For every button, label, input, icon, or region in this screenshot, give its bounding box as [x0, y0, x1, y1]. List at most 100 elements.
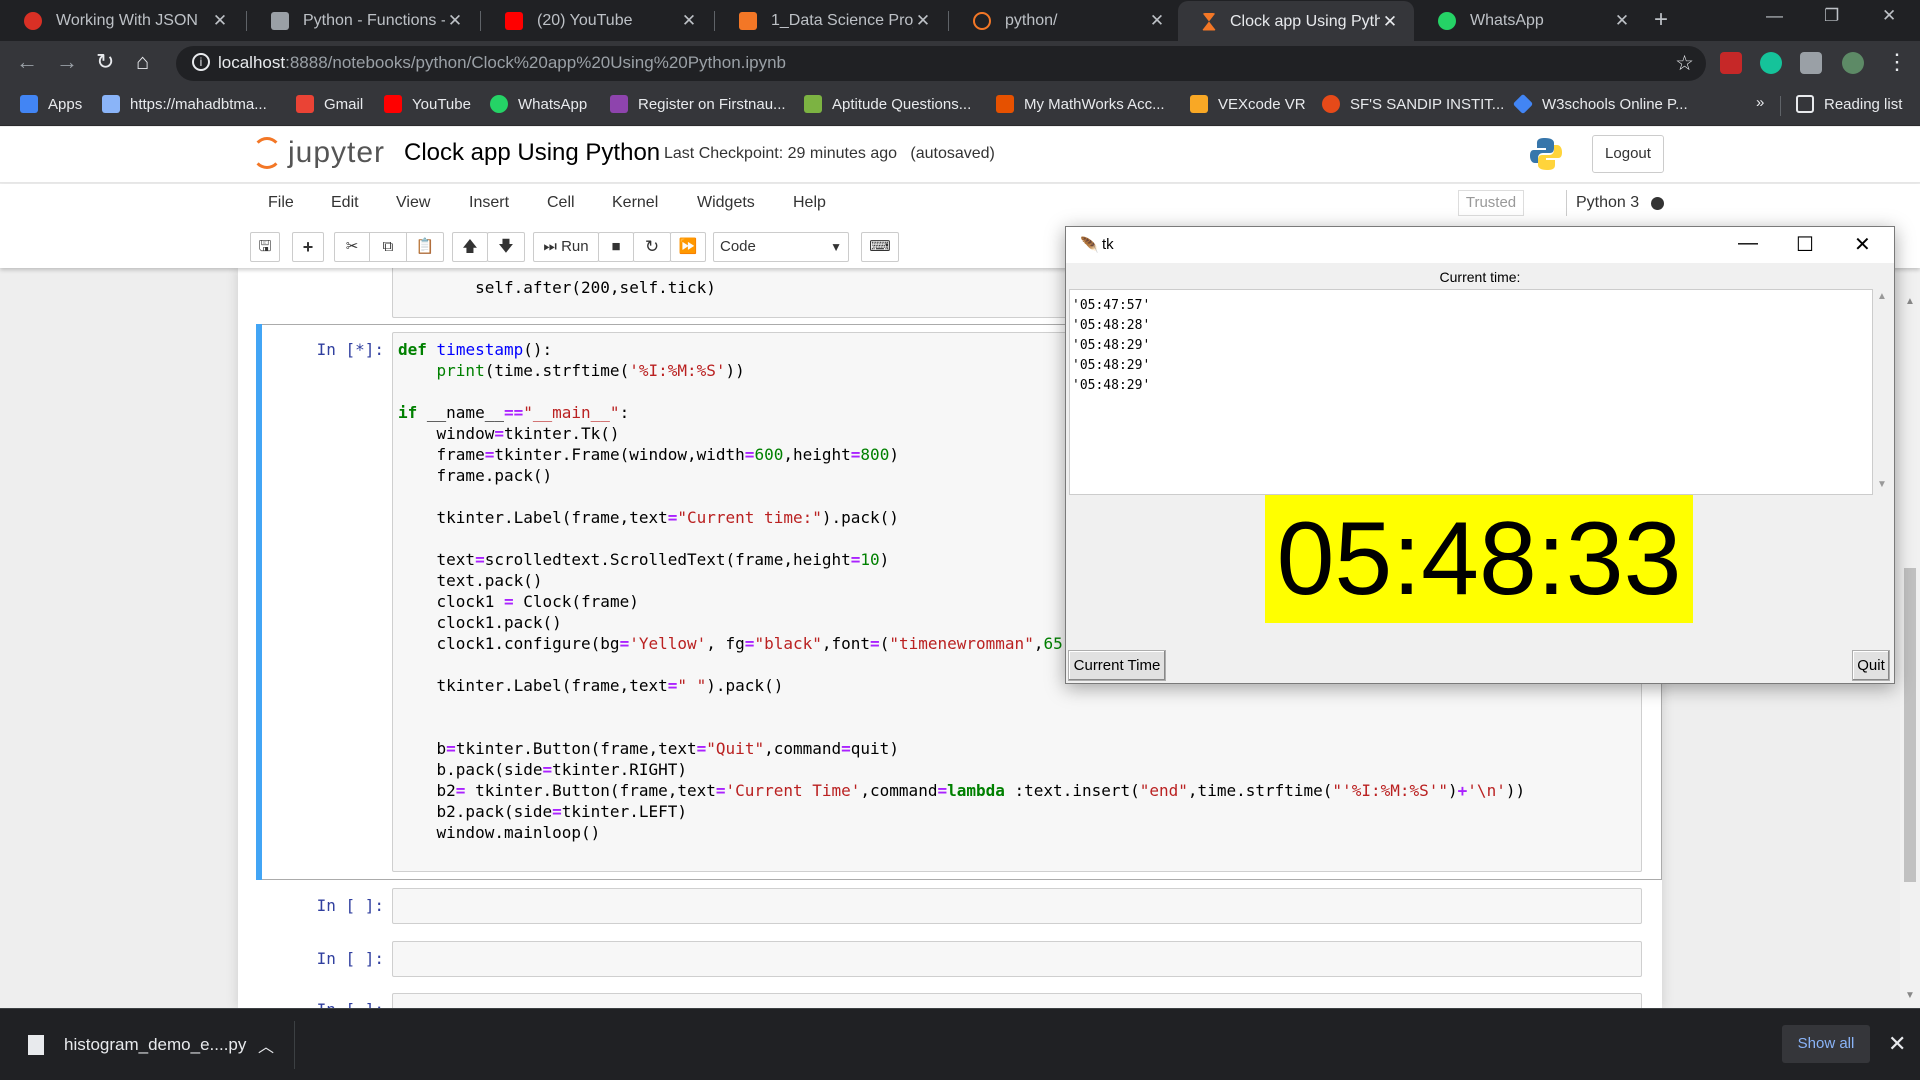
- close-tab-icon[interactable]: ✕: [445, 11, 465, 31]
- trusted-indicator[interactable]: Trusted: [1458, 190, 1524, 216]
- back-icon[interactable]: ←: [16, 49, 38, 75]
- add-cell-icon[interactable]: +: [292, 232, 324, 262]
- text-scrollbar[interactable]: ▲ ▼: [1873, 289, 1891, 495]
- bookmarks-overflow-button[interactable]: »: [1756, 94, 1764, 111]
- file-icon: [28, 1035, 44, 1055]
- menu-insert[interactable]: Insert: [469, 194, 509, 212]
- interrupt-icon[interactable]: ■: [598, 232, 634, 262]
- bookmark-aptitude[interactable]: Aptitude Questions...: [804, 95, 971, 113]
- quit-button[interactable]: Quit: [1852, 650, 1890, 681]
- paste-icon[interactable]: 📋: [406, 232, 444, 262]
- show-all-button[interactable]: Show all: [1782, 1025, 1870, 1063]
- logout-button[interactable]: Logout: [1592, 135, 1664, 173]
- move-down-icon[interactable]: 🡇: [487, 232, 525, 262]
- menu-cell[interactable]: Cell: [547, 194, 575, 212]
- tab-clock-app[interactable]: Clock app Using Pytho ✕: [1178, 1, 1414, 42]
- jupyter-logo[interactable]: jupyter: [252, 136, 385, 170]
- tab-python-folder[interactable]: python/ ✕: [949, 0, 1181, 41]
- copy-icon[interactable]: ⧉: [369, 232, 407, 262]
- apps-grid-icon: [20, 95, 38, 113]
- current-time-button[interactable]: Current Time: [1068, 650, 1166, 681]
- chevron-up-icon[interactable]: ︿: [258, 1033, 274, 1057]
- bookmark-mathworks[interactable]: My MathWorks Acc...: [996, 95, 1165, 113]
- new-tab-icon[interactable]: +: [1654, 6, 1668, 34]
- scrolled-text-area[interactable]: '05:47:57' '05:48:28' '05:48:29' '05:48:…: [1069, 289, 1873, 495]
- save-icon[interactable]: 🖫: [250, 232, 280, 262]
- bookmark-firstnaukri[interactable]: Register on Firstnau...: [610, 95, 786, 113]
- menu-view[interactable]: View: [396, 194, 430, 212]
- tab-working-with-json[interactable]: Working With JSON ✕: [0, 0, 244, 41]
- jupyter-logo-icon: [252, 137, 282, 169]
- cell-prompt: In [*]:: [316, 340, 384, 359]
- bookmark-mahadbt[interactable]: https://mahadbtma...: [102, 95, 267, 113]
- cut-icon[interactable]: ✂: [334, 232, 370, 262]
- close-tab-icon[interactable]: ✕: [1380, 12, 1400, 32]
- address-bar[interactable]: i localhost:8888/notebooks/python/Clock%…: [176, 46, 1706, 81]
- site-info-icon[interactable]: i: [192, 53, 210, 71]
- menu-help[interactable]: Help: [793, 194, 826, 212]
- close-tab-icon[interactable]: ✕: [1612, 11, 1632, 31]
- restore-icon[interactable]: ❐: [1824, 6, 1839, 26]
- scroll-up-icon[interactable]: ▲: [1905, 296, 1915, 307]
- bookmark-vexcode[interactable]: VEXcode VR: [1190, 95, 1306, 113]
- bookmark-label: SF'S SANDIP INSTIT...: [1350, 95, 1505, 113]
- minimize-icon[interactable]: —: [1766, 6, 1783, 26]
- scroll-down-icon[interactable]: ▼: [1905, 990, 1915, 1001]
- close-tab-icon[interactable]: ✕: [679, 11, 699, 31]
- close-shelf-icon[interactable]: ✕: [1888, 1031, 1906, 1057]
- bookmark-gmail[interactable]: Gmail: [296, 95, 363, 113]
- tk-close-icon[interactable]: ✕: [1854, 232, 1871, 257]
- move-up-icon[interactable]: 🡅: [452, 232, 488, 262]
- tab-python-functions[interactable]: Python - Functions - Tu ✕: [247, 0, 479, 41]
- close-window-icon[interactable]: ✕: [1882, 6, 1896, 26]
- pocket-extension-icon[interactable]: [1720, 52, 1742, 74]
- close-tab-icon[interactable]: ✕: [210, 11, 230, 31]
- restart-run-all-icon[interactable]: ⏩: [670, 232, 706, 262]
- reload-icon[interactable]: ↻: [96, 49, 114, 75]
- tab-whatsapp[interactable]: WhatsApp ✕: [1414, 0, 1646, 41]
- tab-title: 1_Data Science Project: [771, 11, 913, 29]
- home-icon[interactable]: ⌂: [136, 49, 149, 75]
- cell-type-select[interactable]: Code ▼: [713, 232, 849, 262]
- notebook-title[interactable]: Clock app Using Python: [404, 139, 660, 167]
- reading-list-button[interactable]: Reading list: [1796, 95, 1902, 113]
- extensions-puzzle-icon[interactable]: [1800, 52, 1822, 74]
- bookmark-whatsapp[interactable]: WhatsApp: [490, 95, 587, 113]
- checkpoint-status: Last Checkpoint: 29 minutes ago (autosav…: [664, 145, 995, 163]
- run-button[interactable]: ⏭ Run: [533, 232, 599, 262]
- tk-maximize-icon[interactable]: ☐: [1796, 232, 1814, 257]
- menu-widgets[interactable]: Widgets: [697, 194, 755, 212]
- scroll-down-icon[interactable]: ▼: [1877, 479, 1887, 490]
- empty-code-cell[interactable]: [392, 941, 1642, 977]
- menu-file[interactable]: File: [268, 194, 294, 212]
- tk-titlebar[interactable]: 🪶 tk — ☐ ✕: [1066, 227, 1894, 263]
- bookmark-apps[interactable]: Apps: [20, 95, 82, 113]
- page-scrollbar[interactable]: ▲ ▼: [1900, 268, 1920, 1008]
- url-text[interactable]: localhost:8888/notebooks/python/Clock%20…: [218, 53, 786, 73]
- close-tab-icon[interactable]: ✕: [913, 11, 933, 31]
- empty-code-cell[interactable]: [392, 888, 1642, 924]
- grammarly-extension-icon[interactable]: [1760, 52, 1782, 74]
- page-scroll-thumb[interactable]: [1904, 568, 1916, 882]
- bookmark-star-icon[interactable]: ☆: [1675, 51, 1694, 76]
- menu-edit[interactable]: Edit: [331, 194, 359, 212]
- bookmark-youtube[interactable]: YouTube: [384, 95, 471, 113]
- chrome-menu-icon[interactable]: ⋮: [1886, 49, 1908, 75]
- tab-youtube[interactable]: (20) YouTube ✕: [481, 0, 713, 41]
- empty-code-cell[interactable]: [392, 993, 1642, 1008]
- close-tab-icon[interactable]: ✕: [1147, 11, 1167, 31]
- bookmark-w3schools[interactable]: W3schools Online P...: [1512, 93, 1688, 115]
- bookmark-label: https://mahadbtma...: [130, 95, 267, 113]
- url-host: localhost: [218, 53, 286, 72]
- forward-icon[interactable]: →: [56, 49, 78, 75]
- tk-minimize-icon[interactable]: —: [1738, 232, 1758, 255]
- menu-kernel[interactable]: Kernel: [612, 194, 658, 212]
- keyboard-icon[interactable]: ⌨: [861, 232, 899, 262]
- restart-icon[interactable]: ↻: [633, 232, 671, 262]
- scroll-up-icon[interactable]: ▲: [1877, 291, 1887, 302]
- current-time-label: Current time:: [1439, 269, 1521, 285]
- download-filename[interactable]: histogram_demo_e....py: [64, 1035, 246, 1055]
- tab-data-science-project[interactable]: 1_Data Science Project ✕: [715, 0, 947, 41]
- bookmark-sandip[interactable]: SF'S SANDIP INSTIT...: [1322, 95, 1504, 113]
- profile-avatar[interactable]: [1842, 52, 1864, 74]
